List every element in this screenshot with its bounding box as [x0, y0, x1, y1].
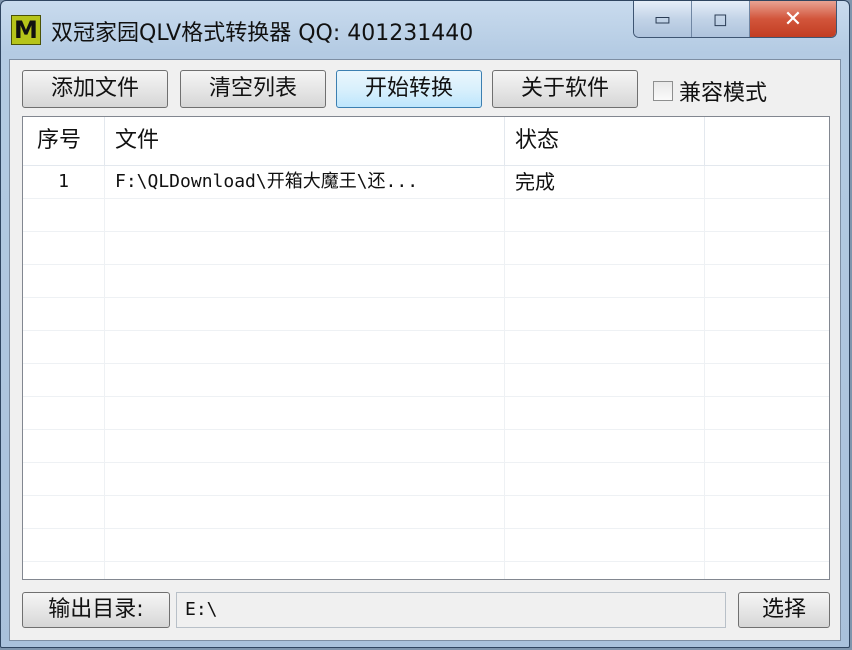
- empty-row: [23, 397, 829, 430]
- clear-list-button[interactable]: 清空列表: [180, 70, 326, 108]
- minimize-button[interactable]: ▭: [634, 1, 692, 37]
- empty-row: [23, 265, 829, 298]
- row-index: 1: [23, 166, 105, 198]
- column-header-index[interactable]: 序号: [23, 117, 105, 165]
- compat-mode-checkbox[interactable]: [653, 81, 673, 101]
- app-window: M 双冠家园QLV格式转换器 QQ: 401231440 ▭ ◻ ✕ 添加文件 …: [0, 0, 850, 648]
- minimize-icon: ▭: [653, 8, 671, 30]
- close-icon: ✕: [783, 6, 803, 32]
- maximize-icon: ◻: [713, 8, 728, 30]
- column-header-extra[interactable]: [705, 117, 829, 165]
- empty-row: [23, 364, 829, 397]
- compat-mode-option[interactable]: 兼容模式: [653, 75, 767, 107]
- empty-row: [23, 463, 829, 496]
- empty-row: [23, 298, 829, 331]
- client-area: 添加文件 清空列表 开始转换 关于软件 兼容模式 序号 文件 状态 1 F:\Q…: [9, 59, 841, 641]
- empty-row: [23, 199, 829, 232]
- start-convert-button[interactable]: 开始转换: [336, 70, 482, 108]
- column-header-file[interactable]: 文件: [105, 117, 505, 165]
- row-status: 完成: [505, 166, 705, 198]
- app-logo: M: [11, 15, 41, 45]
- compat-mode-label: 兼容模式: [679, 81, 768, 106]
- caption-buttons: ▭ ◻ ✕: [633, 1, 837, 38]
- list-header: 序号 文件 状态: [23, 117, 829, 166]
- empty-row: [23, 562, 829, 579]
- row-file: F:\QLDownload\开箱大魔王\还...: [105, 166, 505, 198]
- empty-row: [23, 529, 829, 562]
- about-button[interactable]: 关于软件: [492, 70, 638, 108]
- row-extra: [705, 166, 829, 198]
- choose-dir-button[interactable]: 选择: [738, 592, 830, 628]
- table-row[interactable]: 1 F:\QLDownload\开箱大魔王\还... 完成: [23, 166, 829, 199]
- close-button[interactable]: ✕: [750, 1, 836, 37]
- empty-row: [23, 331, 829, 364]
- column-header-status[interactable]: 状态: [505, 117, 705, 165]
- window-title: 双冠家园QLV格式转换器 QQ: 401231440: [51, 21, 474, 46]
- output-dir-label[interactable]: 输出目录:: [22, 592, 170, 628]
- file-list[interactable]: 序号 文件 状态 1 F:\QLDownload\开箱大魔王\还... 完成: [22, 116, 830, 580]
- title-bar[interactable]: M 双冠家园QLV格式转换器 QQ: 401231440 ▭ ◻ ✕: [1, 1, 849, 57]
- maximize-button[interactable]: ◻: [692, 1, 750, 37]
- empty-row: [23, 430, 829, 463]
- list-rows: 1 F:\QLDownload\开箱大魔王\还... 完成: [23, 166, 829, 579]
- empty-row: [23, 232, 829, 265]
- add-files-button[interactable]: 添加文件: [22, 70, 168, 108]
- empty-row: [23, 496, 829, 529]
- output-path-field[interactable]: E:\: [176, 592, 726, 628]
